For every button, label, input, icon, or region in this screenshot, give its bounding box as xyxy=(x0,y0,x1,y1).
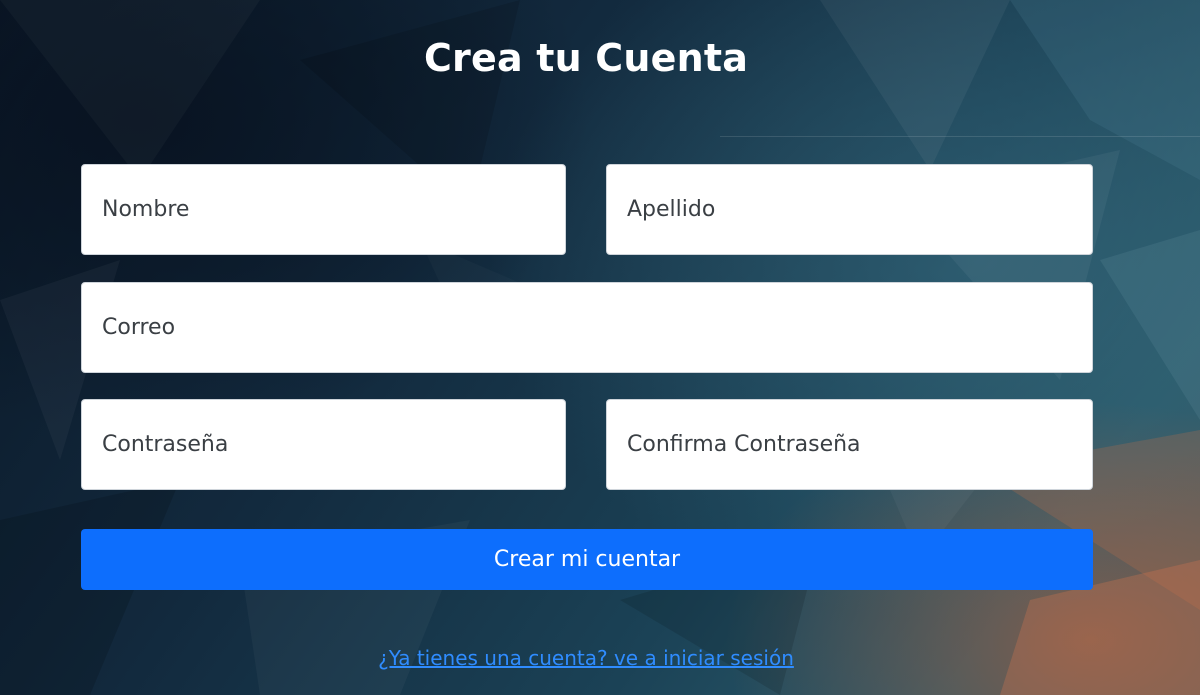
page-title: Crea tu Cuenta xyxy=(423,36,749,80)
login-link[interactable]: ¿Ya tienes una cuenta? ve a iniciar sesi… xyxy=(0,646,1172,670)
password-input[interactable] xyxy=(81,399,566,490)
first-name-input[interactable] xyxy=(81,164,566,255)
title-divider xyxy=(720,136,1200,137)
create-account-button[interactable]: Crear mi cuentar xyxy=(81,529,1093,590)
email-input[interactable] xyxy=(81,282,1093,373)
last-name-input[interactable] xyxy=(606,164,1093,255)
confirm-password-input[interactable] xyxy=(606,399,1093,490)
